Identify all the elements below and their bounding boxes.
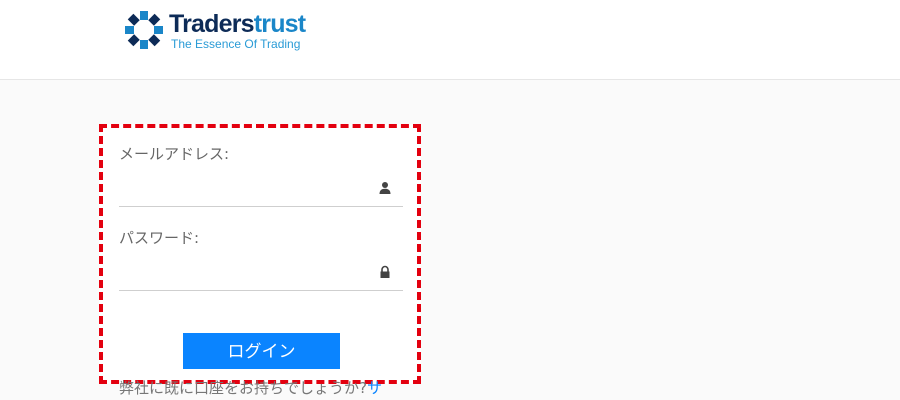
login-form: メールアドレス: パスワード: ログイン — [99, 124, 421, 384]
traderstrust-logo[interactable]: Traderstrust The Essence Of Trading — [123, 9, 313, 53]
email-input[interactable] — [119, 170, 369, 204]
existing-account-link[interactable]: サ — [367, 379, 382, 397]
password-field-wrapper — [119, 254, 403, 291]
logo-word-part2: trust — [253, 10, 306, 38]
logo-mark-icon — [125, 11, 163, 49]
password-label: パスワード: — [119, 229, 200, 247]
logo-wordmark: Traderstrust — [169, 10, 306, 38]
login-button[interactable]: ログイン — [183, 333, 340, 369]
email-label: メールアドレス: — [119, 145, 230, 163]
existing-account-text: 弊社に既に口座をお持ちでしょうか? — [119, 379, 367, 397]
logo-word-part1: Traders — [169, 10, 255, 38]
existing-account-prompt: 弊社に既に口座をお持ちでしょうか?サ — [119, 379, 382, 397]
site-header: Traderstrust The Essence Of Trading — [0, 0, 900, 80]
logo-tagline: The Essence Of Trading — [171, 37, 301, 51]
email-field-wrapper — [119, 170, 403, 207]
lock-icon — [380, 265, 390, 278]
user-icon — [379, 182, 391, 194]
password-input[interactable] — [119, 254, 369, 288]
